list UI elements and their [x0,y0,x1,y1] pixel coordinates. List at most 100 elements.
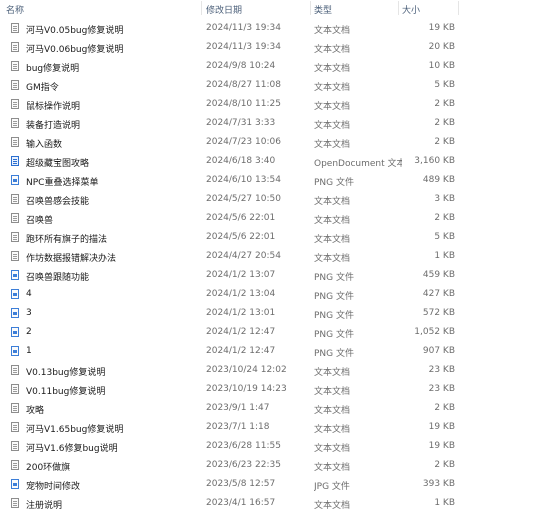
file-modified-date: 2023/6/23 22:35 [206,460,281,470]
file-name: NPC重叠选择菜单 [26,178,99,188]
file-size: 5 KB [434,232,455,242]
file-row[interactable]: 召唤兽 2024/5/6 22:01 文本文档 2 KB [0,209,545,228]
text-file-icon [11,137,19,147]
file-row[interactable]: 河马V1.6修复bug说明 2023/6/28 11:55 文本文档 19 KB [0,437,545,456]
file-row[interactable]: 4 2024/1/2 13:04 PNG 文件 427 KB [0,285,545,304]
file-type: 文本文档 [314,406,351,416]
file-row[interactable]: V0.11bug修复说明 2023/10/19 14:23 文本文档 23 KB [0,380,545,399]
column-divider[interactable] [398,1,399,15]
image-file-icon [11,479,19,489]
file-modified-date: 2024/1/2 12:47 [206,346,276,356]
file-row[interactable]: 输入函数 2024/7/23 10:06 文本文档 2 KB [0,133,545,152]
file-type: 文本文档 [314,368,351,378]
file-modified-date: 2024/11/3 19:34 [206,42,281,52]
text-file-icon [11,365,19,375]
file-name: 河马V0.06bug修复说明 [26,45,124,55]
column-divider[interactable] [458,1,459,15]
text-file-icon [11,460,19,470]
file-row[interactable]: 攻略 2023/9/1 1:47 文本文档 2 KB [0,399,545,418]
file-type: PNG 文件 [314,178,354,188]
file-name: 跑环所有旗子的描法 [26,235,108,245]
file-row[interactable]: bug修复说明 2024/9/8 10:24 文本文档 10 KB [0,57,545,76]
file-modified-date: 2024/9/8 10:24 [206,61,276,71]
file-size: 572 KB [422,308,455,318]
text-file-icon [11,42,19,52]
file-modified-date: 2024/1/2 13:01 [206,308,276,318]
file-row[interactable]: 河马V0.05bug修复说明 2024/11/3 19:34 文本文档 19 KB [0,19,545,38]
file-row[interactable]: 1 2024/1/2 12:47 PNG 文件 907 KB [0,342,545,361]
file-name: 河马V1.65bug修复说明 [26,425,124,435]
file-row[interactable]: 作坊数据报错解决办法 2024/4/27 20:54 文本文档 1 KB [0,247,545,266]
file-type: 文本文档 [314,216,351,226]
file-name: 召唤兽感会技能 [26,197,90,207]
file-row[interactable]: 河马V1.65bug修复说明 2023/7/1 1:18 文本文档 19 KB [0,418,545,437]
file-size: 393 KB [422,479,455,489]
file-row[interactable]: NPC重叠选择菜单 2024/6/10 13:54 PNG 文件 489 KB [0,171,545,190]
image-file-icon [11,346,19,356]
file-type: 文本文档 [314,501,351,511]
file-type: PNG 文件 [314,311,354,321]
column-divider[interactable] [310,1,311,15]
file-row[interactable]: V0.13bug修复说明 2023/10/24 12:02 文本文档 23 KB [0,361,545,380]
file-name: 2 [26,327,32,337]
file-row[interactable]: 跑环所有旗子的描法 2024/5/6 22:01 文本文档 5 KB [0,228,545,247]
file-type: 文本文档 [314,140,351,150]
file-name: 作坊数据报错解决办法 [26,254,117,264]
column-header-name[interactable]: 名称 [6,3,200,16]
file-size: 2 KB [434,99,455,109]
file-row[interactable]: 召唤兽跟随功能 2024/1/2 13:07 PNG 文件 459 KB [0,266,545,285]
file-size: 427 KB [422,289,455,299]
file-modified-date: 2024/7/23 10:06 [206,137,281,147]
file-modified-date: 2024/6/18 3:40 [206,156,276,166]
file-row[interactable]: 3 2024/1/2 13:01 PNG 文件 572 KB [0,304,545,323]
column-header-size[interactable]: 大小 [402,3,455,16]
image-file-icon [11,289,19,299]
file-size: 3,160 KB [414,156,455,166]
file-row[interactable]: 注册说明 2023/4/1 16:57 文本文档 1 KB [0,494,545,513]
file-name: 攻略 [26,406,45,416]
file-size: 1 KB [434,251,455,261]
image-file-icon [11,327,19,337]
file-type: JPG 文件 [314,482,350,492]
file-row[interactable]: 召唤兽感会技能 2024/5/27 10:50 文本文档 3 KB [0,190,545,209]
file-size: 907 KB [422,346,455,356]
file-type: PNG 文件 [314,273,354,283]
text-file-icon [11,80,19,90]
file-size: 489 KB [422,175,455,185]
file-size: 2 KB [434,460,455,470]
file-row[interactable]: GM指令 2024/8/27 11:08 文本文档 5 KB [0,76,545,95]
file-modified-date: 2024/11/3 19:34 [206,23,281,33]
file-size: 19 KB [428,422,455,432]
file-row[interactable]: 2 2024/1/2 12:47 PNG 文件 1,052 KB [0,323,545,342]
file-type: 文本文档 [314,254,351,264]
file-row[interactable]: 鼠标操作说明 2024/8/10 11:25 文本文档 2 KB [0,95,545,114]
file-type: 文本文档 [314,121,351,131]
file-name: 装备打造说明 [26,121,81,131]
text-file-icon [11,99,19,109]
file-name: 注册说明 [26,501,63,511]
file-name: 宠物时间修改 [26,482,81,492]
file-name: 河马V1.6修复bug说明 [26,444,118,454]
file-row[interactable]: 宠物时间修改 2023/5/8 12:57 JPG 文件 393 KB [0,475,545,494]
file-row[interactable]: 河马V0.06bug修复说明 2024/11/3 19:34 文本文档 20 KB [0,38,545,57]
file-type: 文本文档 [314,235,351,245]
column-divider[interactable] [201,1,202,15]
file-type: 文本文档 [314,463,351,473]
column-header-date[interactable]: 修改日期 [206,3,310,16]
file-modified-date: 2024/5/6 22:01 [206,213,276,223]
text-file-icon [11,118,19,128]
file-type: 文本文档 [314,444,351,454]
file-modified-date: 2024/8/10 11:25 [206,99,281,109]
file-type: 文本文档 [314,83,351,93]
file-size: 23 KB [428,384,455,394]
file-row[interactable]: 装备打造说明 2024/7/31 3:33 文本文档 2 KB [0,114,545,133]
column-header-type[interactable]: 类型 [314,3,402,16]
file-size: 23 KB [428,365,455,375]
file-size: 10 KB [428,61,455,71]
file-row[interactable]: 200环做旗 2023/6/23 22:35 文本文档 2 KB [0,456,545,475]
file-row[interactable]: 超级藏宝图攻略 2024/6/18 3:40 OpenDocument 文本 3,16… [0,152,545,171]
file-type: 文本文档 [314,26,351,36]
file-size: 19 KB [428,441,455,451]
image-file-icon [11,308,19,318]
file-name: 河马V0.05bug修复说明 [26,26,124,36]
